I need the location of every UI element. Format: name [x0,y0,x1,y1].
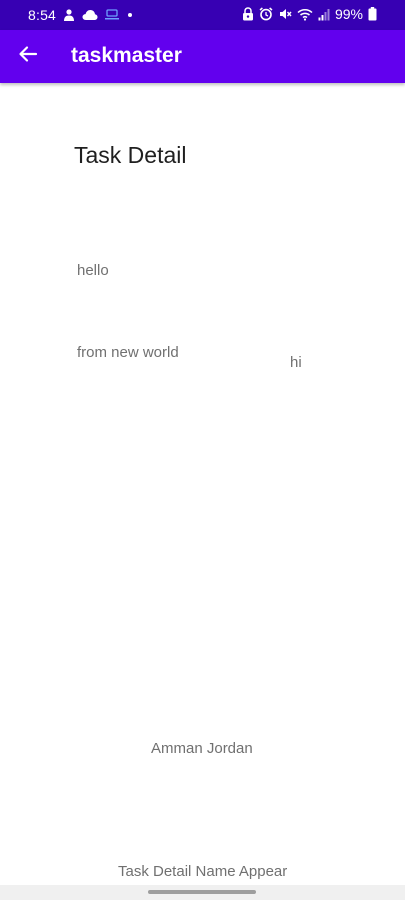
task-title-text: hello [77,262,109,279]
home-handle[interactable] [148,890,256,894]
task-state-text: hi [290,354,302,371]
status-time: 8:54 [28,7,57,23]
app-bar: taskmaster [0,30,405,83]
wifi-icon [297,8,313,21]
page-title: Task Detail [74,142,187,168]
battery-percent: 99% [334,6,363,22]
screen: 8:54 99% taskmaster Task Detail hello fr… [0,0,405,900]
person-icon [62,8,76,22]
cloud-icon [82,9,98,21]
lock-icon [242,7,254,21]
task-location-text: Amman Jordan [151,740,253,757]
arrow-back-icon [18,44,38,69]
alarm-icon [259,7,273,21]
app-title: taskmaster [71,44,182,67]
task-detail-name-text: Task Detail Name Appear [118,863,288,880]
back-button[interactable] [12,40,44,72]
cast-icon [104,9,120,21]
task-body-text: from new world [77,344,179,361]
mute-icon [278,7,292,21]
battery-icon [368,7,377,21]
status-bar: 8:54 99% [0,0,405,30]
navigation-bar [0,885,405,900]
dot-icon [126,11,134,19]
status-right: 99% [242,6,377,22]
signal-icon [318,8,330,21]
status-left: 8:54 [28,7,134,23]
